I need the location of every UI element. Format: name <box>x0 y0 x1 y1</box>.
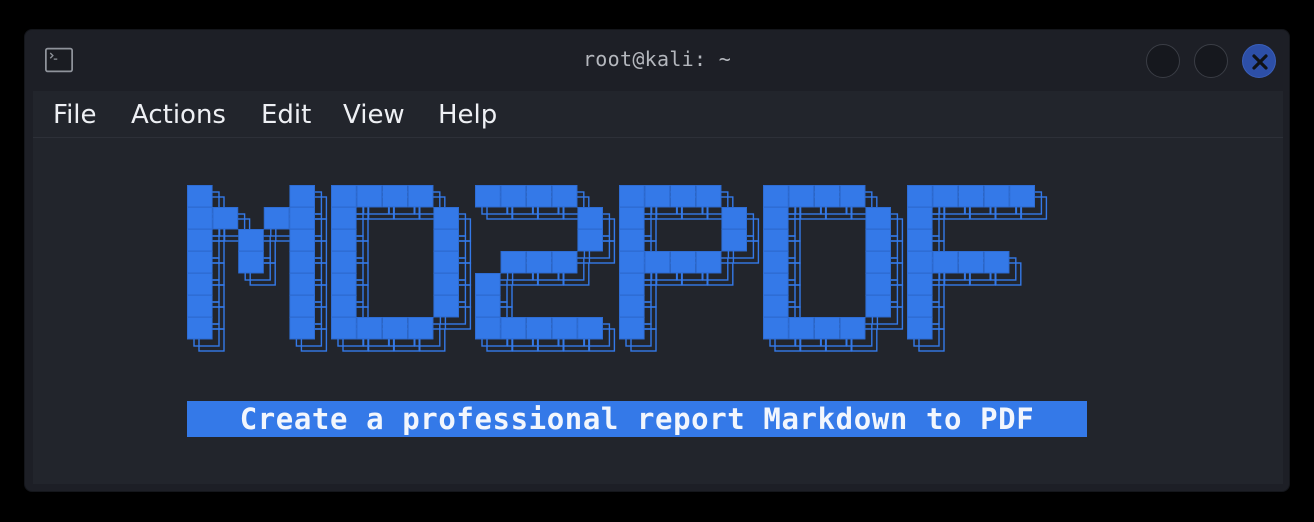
banner-tagline: Create a professional report Markdown to… <box>187 401 1087 437</box>
menu-actions[interactable]: Actions <box>131 99 226 131</box>
menu-edit[interactable]: Edit <box>261 99 311 131</box>
close-button[interactable] <box>1242 44 1276 78</box>
maximize-button[interactable] <box>1194 44 1228 78</box>
banner-letter-d <box>763 185 891 340</box>
menu-view[interactable]: View <box>343 99 405 131</box>
terminal-window: root@kali: ~ File Actions Edit View Help… <box>24 29 1290 492</box>
menu-file[interactable]: File <box>53 99 97 131</box>
menu-help[interactable]: Help <box>438 99 497 131</box>
banner-letter-d <box>331 185 459 340</box>
menu-bar: File Actions Edit View Help <box>33 91 1283 138</box>
terminal-output[interactable]: Create a professional report Markdown to… <box>33 138 1283 484</box>
banner-letter-m <box>187 185 315 340</box>
title-bar[interactable]: root@kali: ~ <box>25 30 1289 90</box>
window-title: root@kali: ~ <box>582 47 732 71</box>
minimize-button[interactable] <box>1146 44 1180 78</box>
ascii-banner <box>187 185 1048 352</box>
close-icon <box>1252 54 1268 70</box>
